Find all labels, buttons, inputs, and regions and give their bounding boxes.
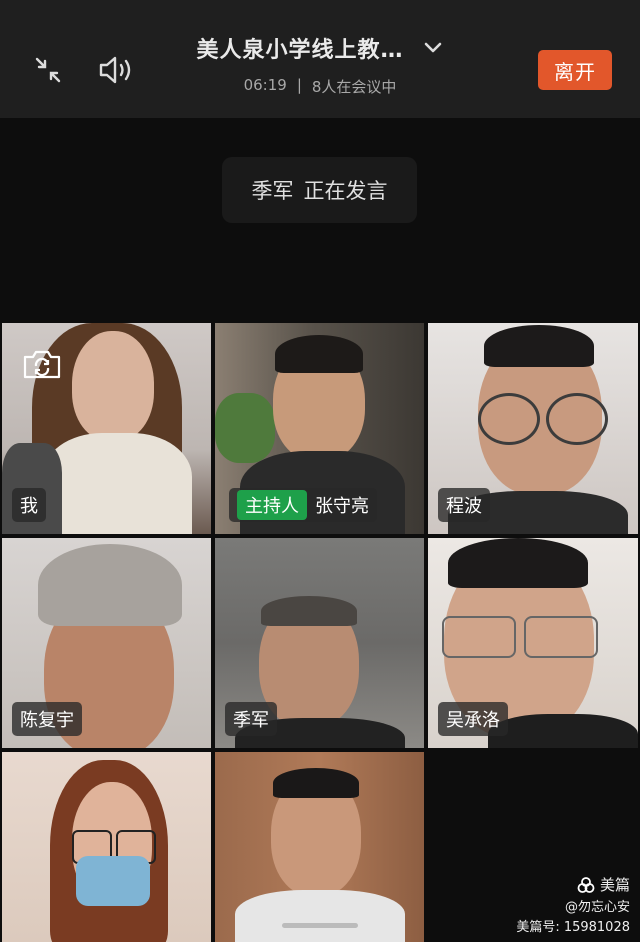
video-tile-participant[interactable]: 吴承洛 bbox=[428, 538, 638, 748]
meipian-logo-icon bbox=[577, 876, 595, 893]
participant-count: 8人在会议中 bbox=[311, 78, 397, 96]
participant-name-label: 我 bbox=[12, 488, 46, 522]
video-tile-self[interactable]: 我 bbox=[2, 323, 211, 534]
video-tile-host[interactable]: 主持人 张守亮 bbox=[215, 323, 424, 534]
participant-name-label: 季军 bbox=[225, 702, 277, 736]
glasses-lens bbox=[442, 616, 516, 658]
participant-name-label: 陈复宇 bbox=[12, 702, 82, 736]
leave-button[interactable]: 离开 bbox=[538, 50, 612, 90]
participant-name-label: 程波 bbox=[438, 488, 490, 522]
speaker-icon[interactable] bbox=[96, 50, 136, 90]
camera-switch-icon[interactable] bbox=[22, 347, 62, 381]
top-bar: 美人泉小学线上教… 06:19 | 8人在会议中 离开 bbox=[0, 0, 640, 118]
home-indicator[interactable] bbox=[282, 923, 358, 928]
minimize-icon[interactable] bbox=[28, 50, 68, 90]
participant-name-label: 主持人 张守亮 bbox=[229, 488, 377, 522]
meeting-title: 美人泉小学线上教… bbox=[196, 38, 404, 63]
meeting-meta: 06:19 | 8人在会议中 bbox=[170, 76, 470, 97]
speaking-indicator: 季军 正在发言 bbox=[222, 157, 417, 223]
participant-name: 张守亮 bbox=[315, 496, 369, 517]
plant bbox=[215, 393, 275, 463]
cap bbox=[38, 544, 182, 626]
watermark-brand-text: 美篇 bbox=[599, 876, 630, 894]
speaking-status: 正在发言 bbox=[303, 179, 388, 203]
video-tile-participant[interactable]: 陈复宇 bbox=[2, 538, 211, 748]
host-badge: 主持人 bbox=[237, 490, 307, 520]
glasses-lens bbox=[478, 393, 540, 445]
meeting-title-row[interactable]: 美人泉小学线上教… bbox=[170, 32, 470, 64]
watermark-brand: 美篇 bbox=[577, 874, 630, 895]
participant-name-label: 吴承洛 bbox=[438, 702, 508, 736]
glasses-lens bbox=[524, 616, 598, 658]
glasses-lens bbox=[546, 393, 608, 445]
video-tile-participant[interactable]: 程波 bbox=[428, 323, 638, 534]
speaker-name: 季军 bbox=[251, 179, 294, 203]
meta-separator: | bbox=[296, 76, 302, 94]
meeting-timer: 06:19 bbox=[243, 76, 287, 94]
meeting-info: 美人泉小学线上教… 06:19 | 8人在会议中 bbox=[170, 32, 470, 97]
video-tile-active-speaker[interactable]: 季军 bbox=[215, 538, 424, 748]
chevron-down-icon[interactable] bbox=[422, 37, 444, 59]
home-indicator-bar bbox=[0, 911, 640, 939]
face-mask bbox=[76, 856, 150, 906]
